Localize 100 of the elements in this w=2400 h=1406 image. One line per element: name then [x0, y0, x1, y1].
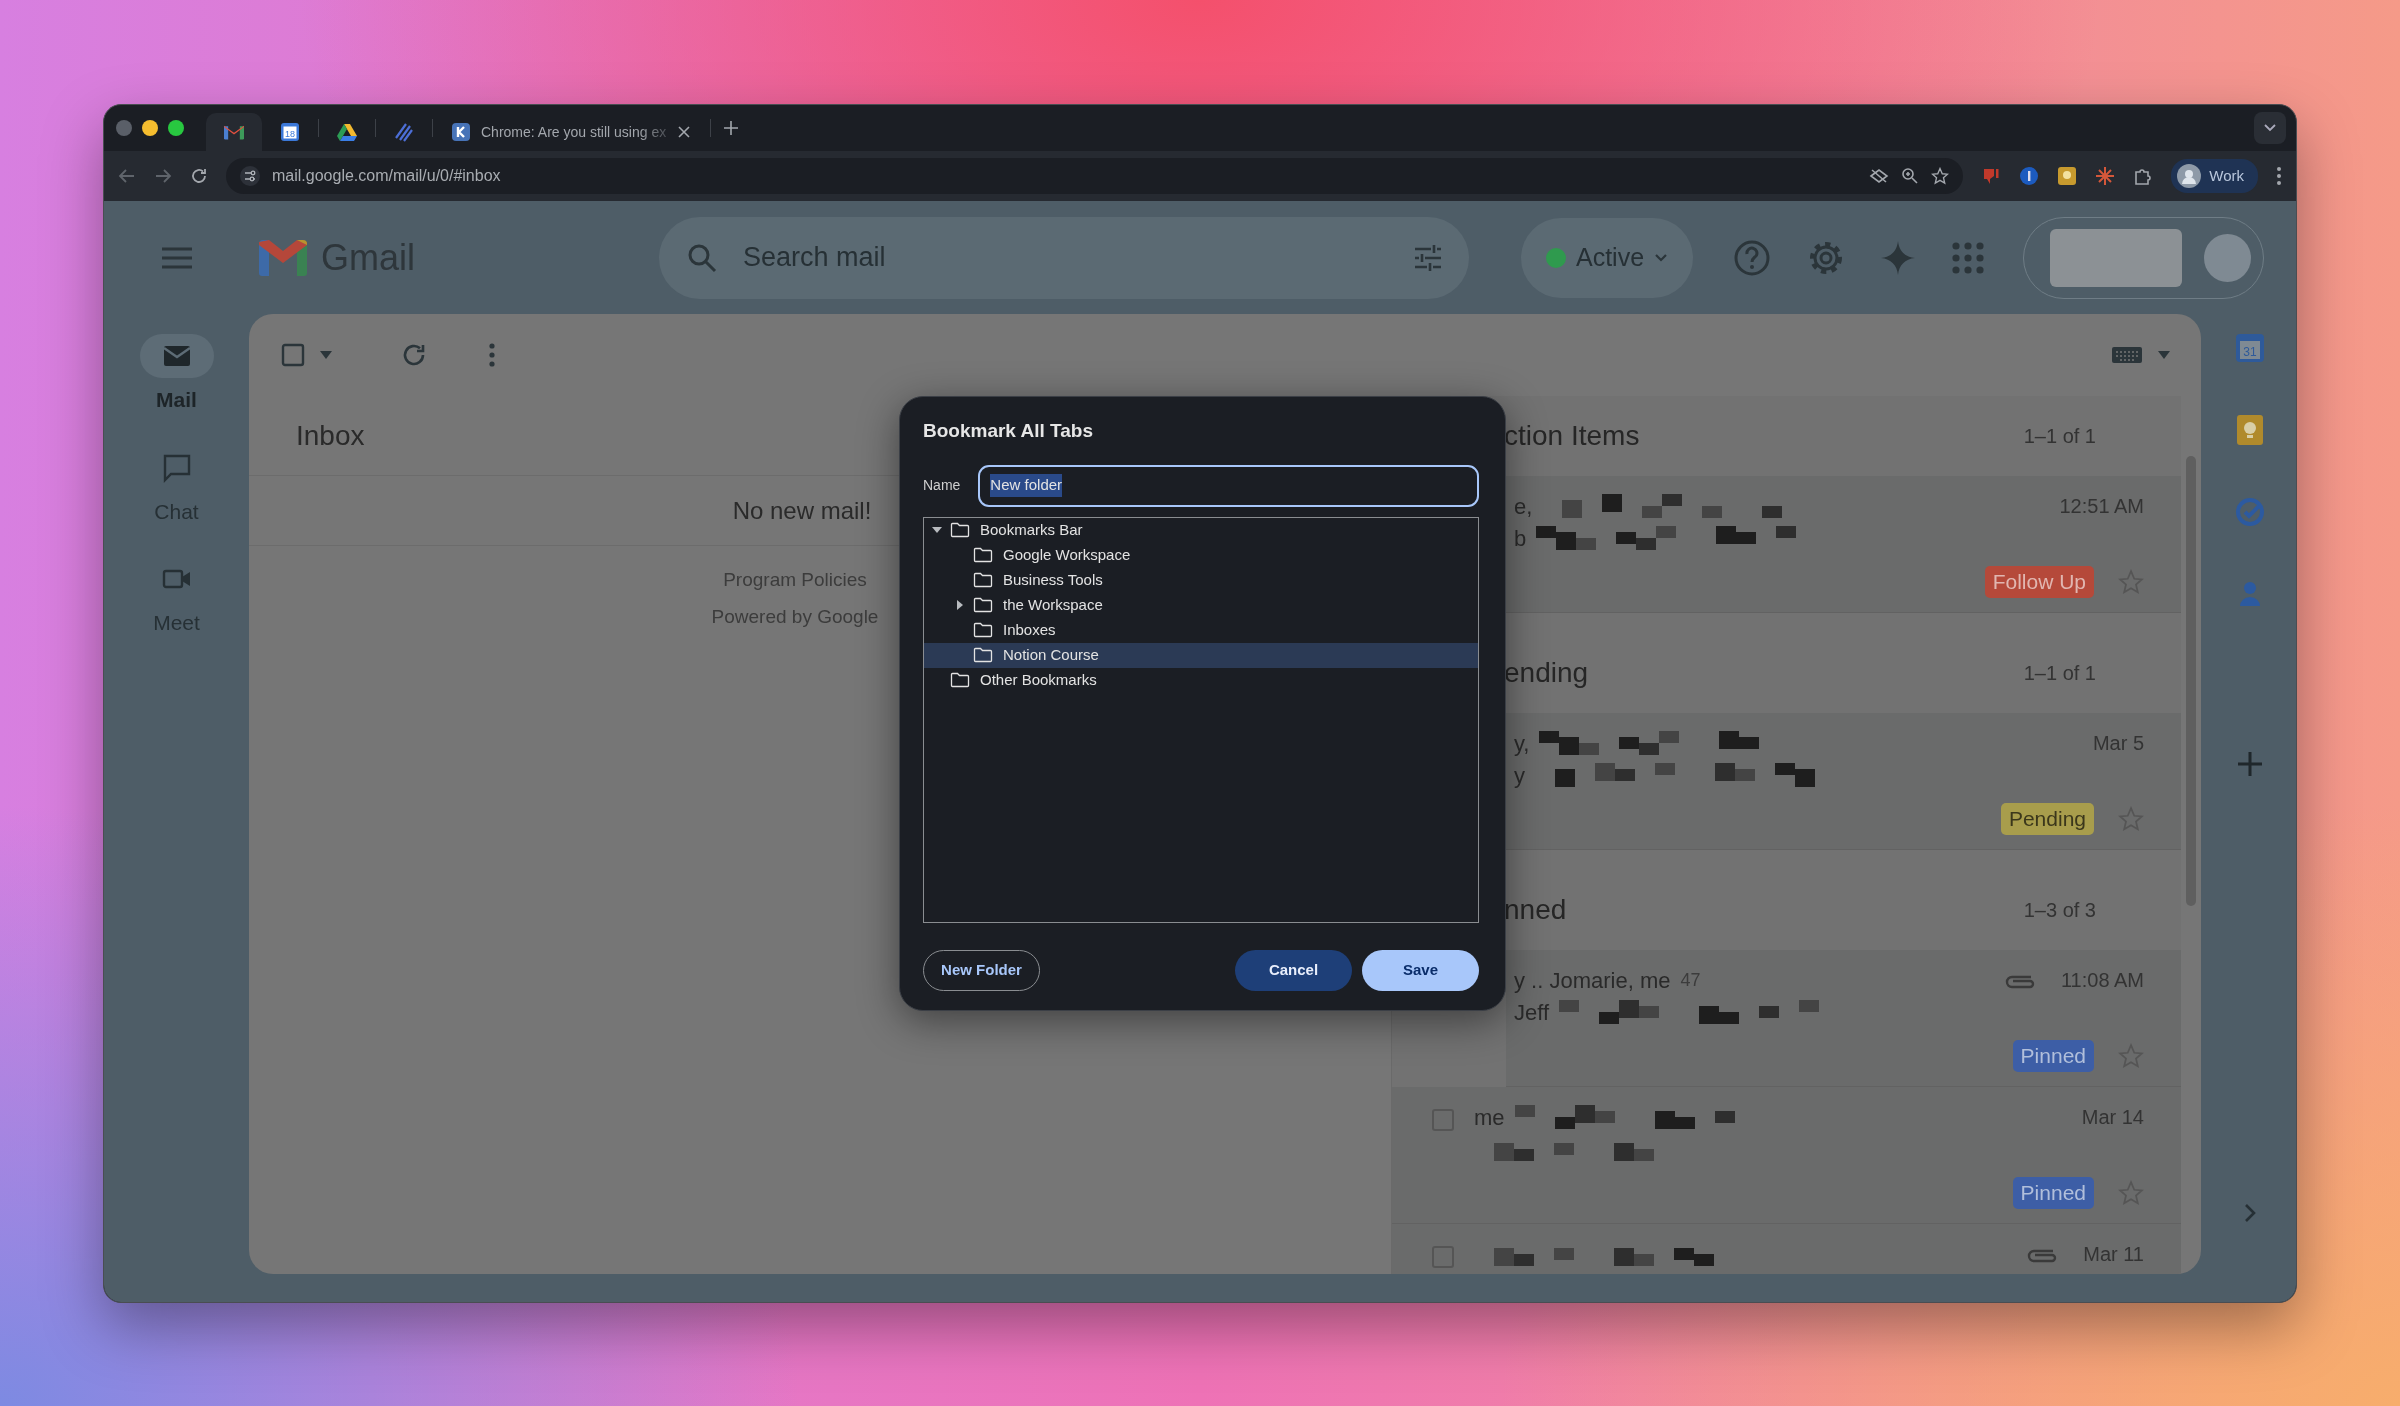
section-title: nned	[1504, 893, 1567, 927]
snippet-text: b	[1514, 524, 1527, 553]
page-count: 1–3 of 3	[2023, 898, 2096, 923]
label-tag[interactable]: Pending	[2000, 803, 2094, 835]
puzzle-icon[interactable]	[2133, 166, 2154, 186]
caret-icon[interactable]	[319, 350, 333, 360]
scrollbar-thumb[interactable]	[2186, 456, 2196, 906]
back-icon[interactable]	[118, 167, 136, 185]
tree-item[interactable]: Notion Course	[924, 642, 1478, 668]
triangle-logo-icon[interactable]	[337, 123, 357, 141]
sparkle-icon[interactable]	[1881, 240, 1915, 275]
folder-icon	[973, 547, 993, 563]
menu-icon[interactable]	[159, 245, 194, 270]
tab-search-button[interactable]	[2254, 112, 2286, 144]
caret-icon[interactable]	[2157, 350, 2171, 360]
label-tag[interactable]: Pinned	[2012, 1177, 2094, 1209]
field-label: Name	[923, 476, 961, 495]
url-text: mail.google.com/mail/u/0/#inbox	[272, 166, 502, 186]
cancel-button[interactable]: Cancel	[1235, 949, 1352, 991]
page-count: 1–1 of 1	[2023, 424, 2096, 449]
section-title: ending	[1504, 656, 1589, 690]
filter-sliders-icon[interactable]	[1413, 244, 1443, 271]
help-icon[interactable]	[1733, 238, 1771, 277]
time-text: 11:08 AM	[2060, 968, 2144, 993]
tree-item[interactable]: Bookmarks Bar	[924, 517, 1478, 543]
dialog-title: Bookmark All Tabs	[923, 419, 1094, 443]
star-icon[interactable]	[1931, 167, 1950, 185]
page-count: 1–1 of 1	[2023, 661, 2096, 686]
folder-icon	[950, 522, 970, 538]
mail-row[interactable]: me Mar 14 Pinned	[1392, 1087, 2181, 1224]
time-text: 12:51 AM	[2059, 494, 2144, 519]
chevron-right-icon[interactable]	[2242, 1202, 2257, 1224]
extension-icon[interactable]	[2019, 166, 2040, 186]
tree-item[interactable]: Google Workspace	[924, 542, 1478, 568]
status-button[interactable]: Active	[1521, 217, 1693, 298]
time-text: Mar 14	[2081, 1105, 2144, 1130]
empty-message: No new mail!	[732, 495, 872, 526]
time-text: Mar 11	[2083, 1242, 2144, 1267]
avatar-icon	[2177, 164, 2202, 188]
folder-icon	[973, 647, 993, 663]
footer-link[interactable]: Program Policies	[723, 566, 867, 595]
snippet-text: y	[1514, 761, 1525, 790]
mail-row[interactable]: e, 12:51 AM b Follow Up	[1506, 476, 2181, 613]
tree-item[interactable]: Business Tools	[924, 567, 1478, 593]
more-icon[interactable]	[2276, 166, 2282, 186]
envelope-logo-icon[interactable]	[224, 124, 244, 140]
search-icon[interactable]	[687, 242, 717, 273]
search-field[interactable]: Search mail	[741, 236, 1389, 279]
folder-icon	[973, 597, 993, 613]
address-bar[interactable]: mail.google.com/mail/u/0/#inbox	[226, 158, 1964, 194]
reload-icon[interactable]	[190, 167, 208, 185]
time-text: Mar 5	[2092, 731, 2144, 756]
extension-icon[interactable]	[2057, 166, 2078, 186]
mail-row[interactable]: y, Mar 5 y Pending	[1506, 713, 2181, 850]
checkbox-icon[interactable]	[281, 343, 305, 367]
sender-text: e,	[1514, 492, 1533, 521]
browser-tab[interactable]: 18	[262, 113, 318, 151]
label-tag[interactable]: Pinned	[2012, 1040, 2094, 1072]
apps-grid-icon[interactable]	[1951, 240, 1985, 275]
close-window-button[interactable]	[116, 120, 132, 136]
search-bar[interactable]: Search mail	[659, 216, 1469, 299]
profile-button[interactable]: Work	[2171, 159, 2258, 193]
browser-tab[interactable]: Chrome: Are you still using ex	[433, 113, 711, 151]
mail-row[interactable]: Mar 11	[1392, 1224, 2181, 1274]
letter-tile-icon[interactable]	[451, 122, 471, 142]
tab-title: Chrome: Are you still using ex	[481, 122, 667, 142]
browser-tab[interactable]	[206, 113, 262, 151]
slash-lines-icon[interactable]	[394, 122, 414, 142]
zoom-icon[interactable]	[1901, 167, 1920, 185]
refresh-icon[interactable]	[401, 342, 427, 368]
section-title: ction Items	[1504, 419, 1640, 453]
sender-text: y,	[1514, 729, 1530, 758]
folder-icon	[950, 672, 970, 688]
sender-text: me	[1474, 1103, 1505, 1132]
save-button[interactable]: Save	[1362, 949, 1479, 991]
calendar-icon[interactable]: 18	[280, 122, 300, 142]
folder-icon	[973, 622, 993, 638]
caret-icon	[1654, 252, 1669, 263]
close-icon[interactable]	[676, 124, 693, 140]
snippet-text: Jeff	[1514, 998, 1550, 1027]
section-title: Inbox	[296, 418, 365, 453]
add-icon[interactable]	[2235, 750, 2264, 778]
forward-icon[interactable]	[154, 167, 172, 185]
minimize-window-button[interactable]	[142, 120, 158, 136]
tree-item[interactable]: Other Bookmarks	[924, 667, 1478, 693]
keyboard-icon[interactable]	[2111, 345, 2143, 365]
check-circle-icon[interactable]	[2233, 496, 2266, 528]
more-icon[interactable]	[489, 343, 495, 367]
site-settings-icon[interactable]	[240, 166, 260, 186]
new-tab-icon[interactable]	[723, 120, 740, 136]
label-tag[interactable]: Follow Up	[1984, 566, 2094, 598]
name-field[interactable]: New folder	[978, 464, 1479, 507]
footer-link[interactable]: Powered by Google	[711, 602, 879, 631]
chevron-down-icon	[2263, 123, 2277, 133]
tree-item[interactable]: Inboxes	[924, 617, 1478, 643]
eye-slash-icon[interactable]	[1869, 168, 1890, 184]
folder-icon	[973, 572, 993, 588]
sender-text: y .. Jomarie, me	[1514, 966, 1671, 995]
maximize-window-button[interactable]	[168, 120, 184, 136]
tree-item[interactable]: the Workspace	[924, 592, 1478, 618]
